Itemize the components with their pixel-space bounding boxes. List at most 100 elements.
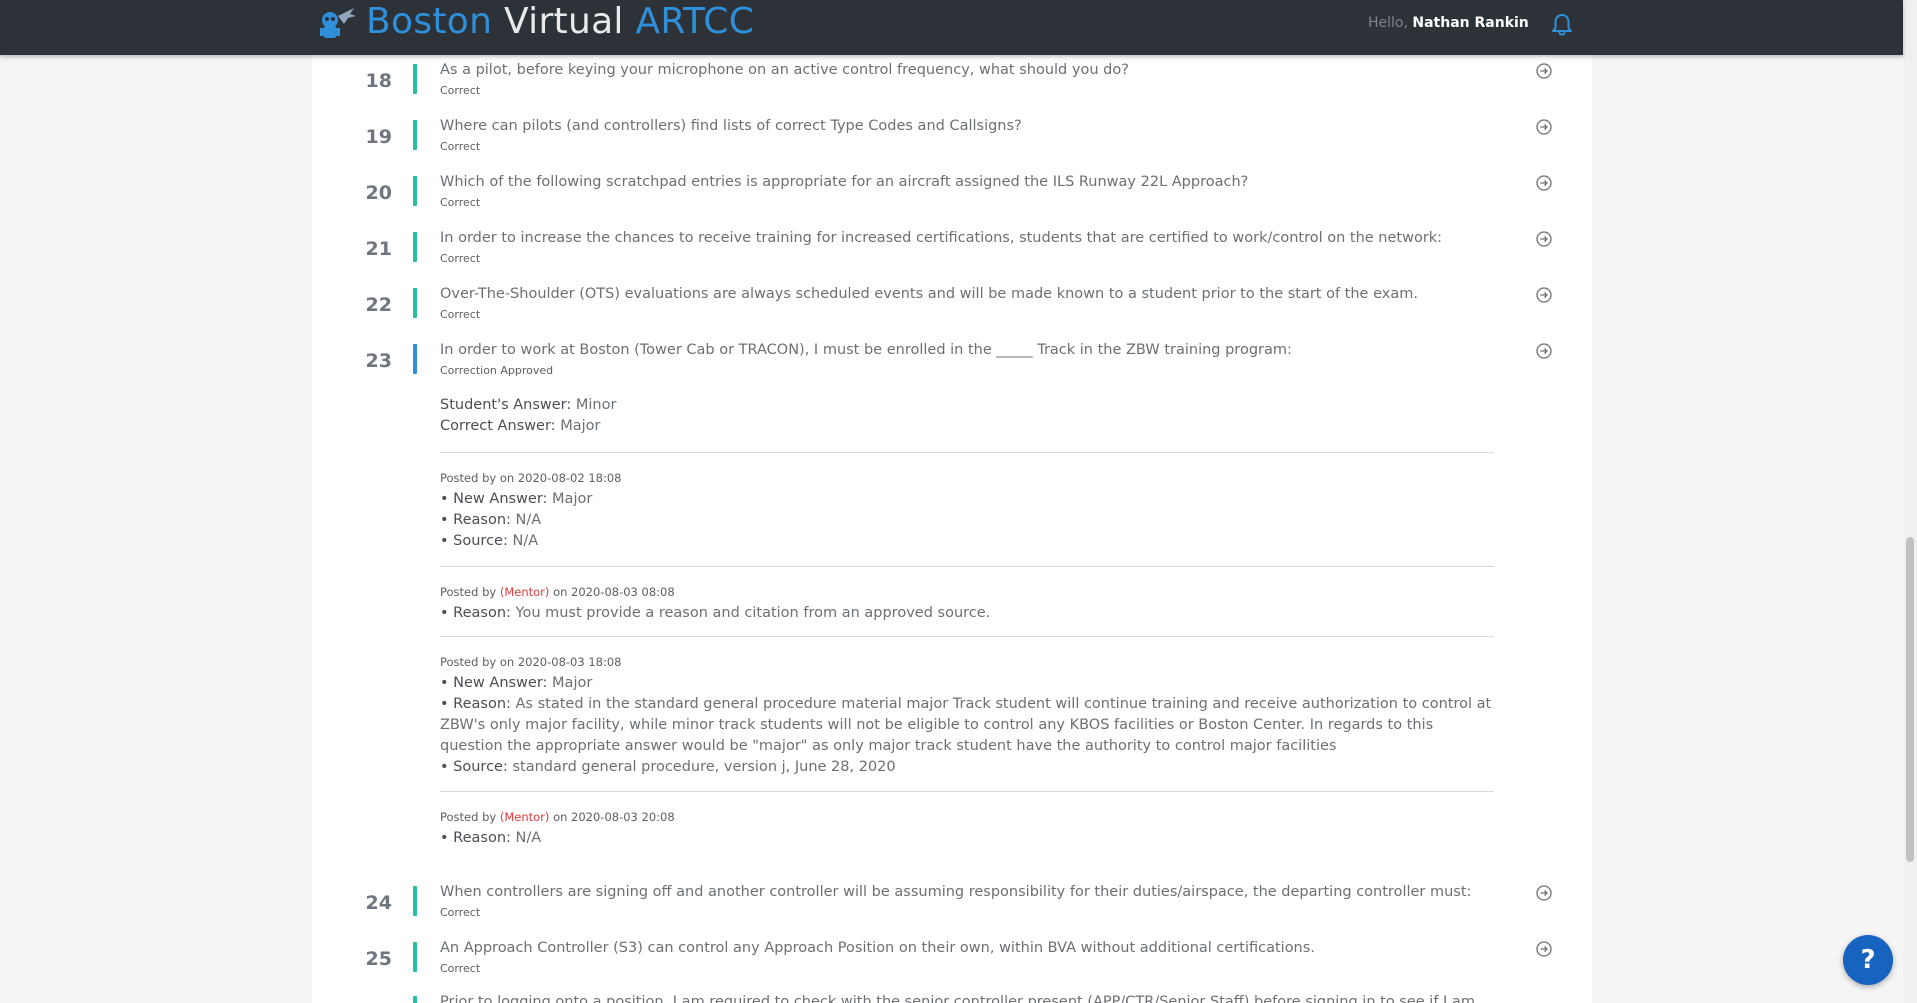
mentor-role-label: (Mentor) xyxy=(499,810,550,824)
reason-label: • Reason: xyxy=(440,830,511,846)
username: Nathan Rankin xyxy=(1412,15,1529,31)
status-indicator-bar xyxy=(413,996,417,1003)
question-number: 20 xyxy=(365,182,392,204)
question-status: Correct xyxy=(440,140,481,153)
question-number: 23 xyxy=(365,350,392,372)
question-row[interactable]: 25 An Approach Controller (S3) can contr… xyxy=(312,940,1592,988)
posted-by-label: Posted by xyxy=(440,810,497,824)
arrow-circle-right-icon[interactable] xyxy=(1535,884,1553,902)
arrow-circle-right-icon[interactable] xyxy=(1535,342,1553,360)
mentor-post: Posted by (Mentor) on 2020-08-03 08:08 •… xyxy=(440,582,1494,624)
question-status: Correct xyxy=(440,906,481,919)
new-answer-value: Major xyxy=(552,675,593,691)
question-row[interactable]: 20 Which of the following scratchpad ent… xyxy=(312,174,1592,222)
question-text: Where can pilots (and controllers) find … xyxy=(440,118,1022,134)
status-indicator-bar xyxy=(413,64,417,94)
new-answer-label: • New Answer: xyxy=(440,675,548,691)
question-row[interactable]: 24 When controllers are signing off and … xyxy=(312,884,1592,932)
question-number: 19 xyxy=(365,126,392,148)
status-indicator-bar xyxy=(413,232,417,262)
correct-answer-value: Major xyxy=(560,418,601,434)
hello-label: Hello, xyxy=(1368,15,1408,31)
question-row-expanded[interactable]: 23 In order to work at Boston (Tower Cab… xyxy=(312,342,1592,390)
question-row[interactable]: 22 Over-The-Shoulder (OTS) evaluations a… xyxy=(312,286,1592,334)
question-row-partial[interactable]: Prior to logging onto a position, I am r… xyxy=(312,994,1592,1003)
notification-bell-icon[interactable] xyxy=(1551,13,1573,37)
question-text: Which of the following scratchpad entrie… xyxy=(440,174,1249,190)
arrow-circle-right-icon[interactable] xyxy=(1535,174,1553,192)
new-answer-value: Major xyxy=(552,491,593,507)
divider xyxy=(440,791,1494,792)
question-status: Correct xyxy=(440,962,481,975)
correct-answer-label: Correct Answer: xyxy=(440,418,556,434)
brand-virtual: Virtual xyxy=(504,1,624,42)
correction-post: Posted by on 2020-08-03 18:08 • New Answ… xyxy=(440,652,1494,778)
question-number: 21 xyxy=(365,238,392,260)
question-number: 18 xyxy=(365,70,392,92)
answer-summary: Student's Answer: Minor Correct Answer: … xyxy=(440,395,1494,437)
question-text: Prior to logging onto a position, I am r… xyxy=(440,994,1475,1003)
reason-label: • Reason: xyxy=(440,605,511,621)
question-status: Correct xyxy=(440,84,481,97)
posted-by-label: Posted by xyxy=(440,655,497,669)
reason-value: You must provide a reason and citation f… xyxy=(515,605,991,621)
user-greeting[interactable]: Hello, Nathan Rankin xyxy=(1368,15,1529,31)
status-indicator-bar xyxy=(413,344,417,374)
brand-link[interactable]: Boston Virtual ARTCC xyxy=(314,2,754,42)
status-indicator-bar xyxy=(413,120,417,150)
question-number: 24 xyxy=(365,892,392,914)
scrollbar-thumb[interactable] xyxy=(1906,537,1914,862)
question-status: Correct xyxy=(440,308,481,321)
arrow-circle-right-icon[interactable] xyxy=(1535,62,1553,80)
question-row[interactable]: 19 Where can pilots (and controllers) fi… xyxy=(312,118,1592,166)
mentor-post: Posted by (Mentor) on 2020-08-03 20:08 •… xyxy=(440,807,1494,849)
post-meta: on 2020-08-03 18:08 xyxy=(499,655,622,669)
question-row[interactable]: 18 As a pilot, before keying your microp… xyxy=(312,62,1592,110)
status-indicator-bar xyxy=(413,886,417,916)
arrow-circle-right-icon[interactable] xyxy=(1535,118,1553,136)
status-indicator-bar xyxy=(413,942,417,972)
post-meta: on 2020-08-03 20:08 xyxy=(553,810,675,824)
arrow-circle-right-icon[interactable] xyxy=(1535,286,1553,304)
question-row[interactable]: 21 In order to increase the chances to r… xyxy=(312,230,1592,278)
question-text: As a pilot, before keying your microphon… xyxy=(440,62,1129,78)
question-number: 25 xyxy=(365,948,392,970)
new-answer-label: • New Answer: xyxy=(440,491,548,507)
status-indicator-bar xyxy=(413,288,417,318)
reason-value: N/A xyxy=(515,830,542,846)
arrow-circle-right-icon[interactable] xyxy=(1535,940,1553,958)
post-meta: on 2020-08-02 18:08 xyxy=(499,471,622,485)
brand-artcc: ARTCC xyxy=(635,1,755,42)
question-status: Correct xyxy=(440,196,481,209)
correction-post: Posted by on 2020-08-02 18:08 • New Answ… xyxy=(440,468,1494,552)
source-value: standard general procedure, version j, J… xyxy=(512,759,896,775)
reason-value: N/A xyxy=(515,512,542,528)
divider xyxy=(440,452,1494,453)
arrow-circle-right-icon[interactable] xyxy=(1535,230,1553,248)
posted-by-label: Posted by xyxy=(440,471,497,485)
source-value: N/A xyxy=(512,533,539,549)
status-indicator-bar xyxy=(413,176,417,206)
question-text: Over-The-Shoulder (OTS) evaluations are … xyxy=(440,286,1418,302)
page-scrollbar[interactable] xyxy=(1903,0,1917,1003)
reason-label: • Reason: xyxy=(440,696,511,712)
question-status: Correct xyxy=(440,252,481,265)
question-text: In order to work at Boston (Tower Cab or… xyxy=(440,342,1292,358)
divider xyxy=(440,636,1494,637)
question-number: 22 xyxy=(365,294,392,316)
divider xyxy=(440,566,1494,567)
source-label: • Source: xyxy=(440,533,508,549)
posted-by-label: Posted by xyxy=(440,585,497,599)
mentor-role-label: (Mentor) xyxy=(499,585,550,599)
reason-label: • Reason: xyxy=(440,512,511,528)
post-meta: on 2020-08-03 08:08 xyxy=(553,585,675,599)
brand-boston: Boston xyxy=(366,1,493,42)
student-answer-value: Minor xyxy=(575,397,617,413)
question-text: In order to increase the chances to rece… xyxy=(440,230,1443,246)
question-status: Correction Approved xyxy=(440,364,554,377)
student-answer-label: Student's Answer: xyxy=(440,397,572,413)
question-text: An Approach Controller (S3) can control … xyxy=(440,940,1315,956)
reason-value: As stated in the standard general proced… xyxy=(440,696,1492,754)
help-button[interactable]: ? xyxy=(1843,935,1893,985)
question-text: When controllers are signing off and ano… xyxy=(440,884,1472,900)
